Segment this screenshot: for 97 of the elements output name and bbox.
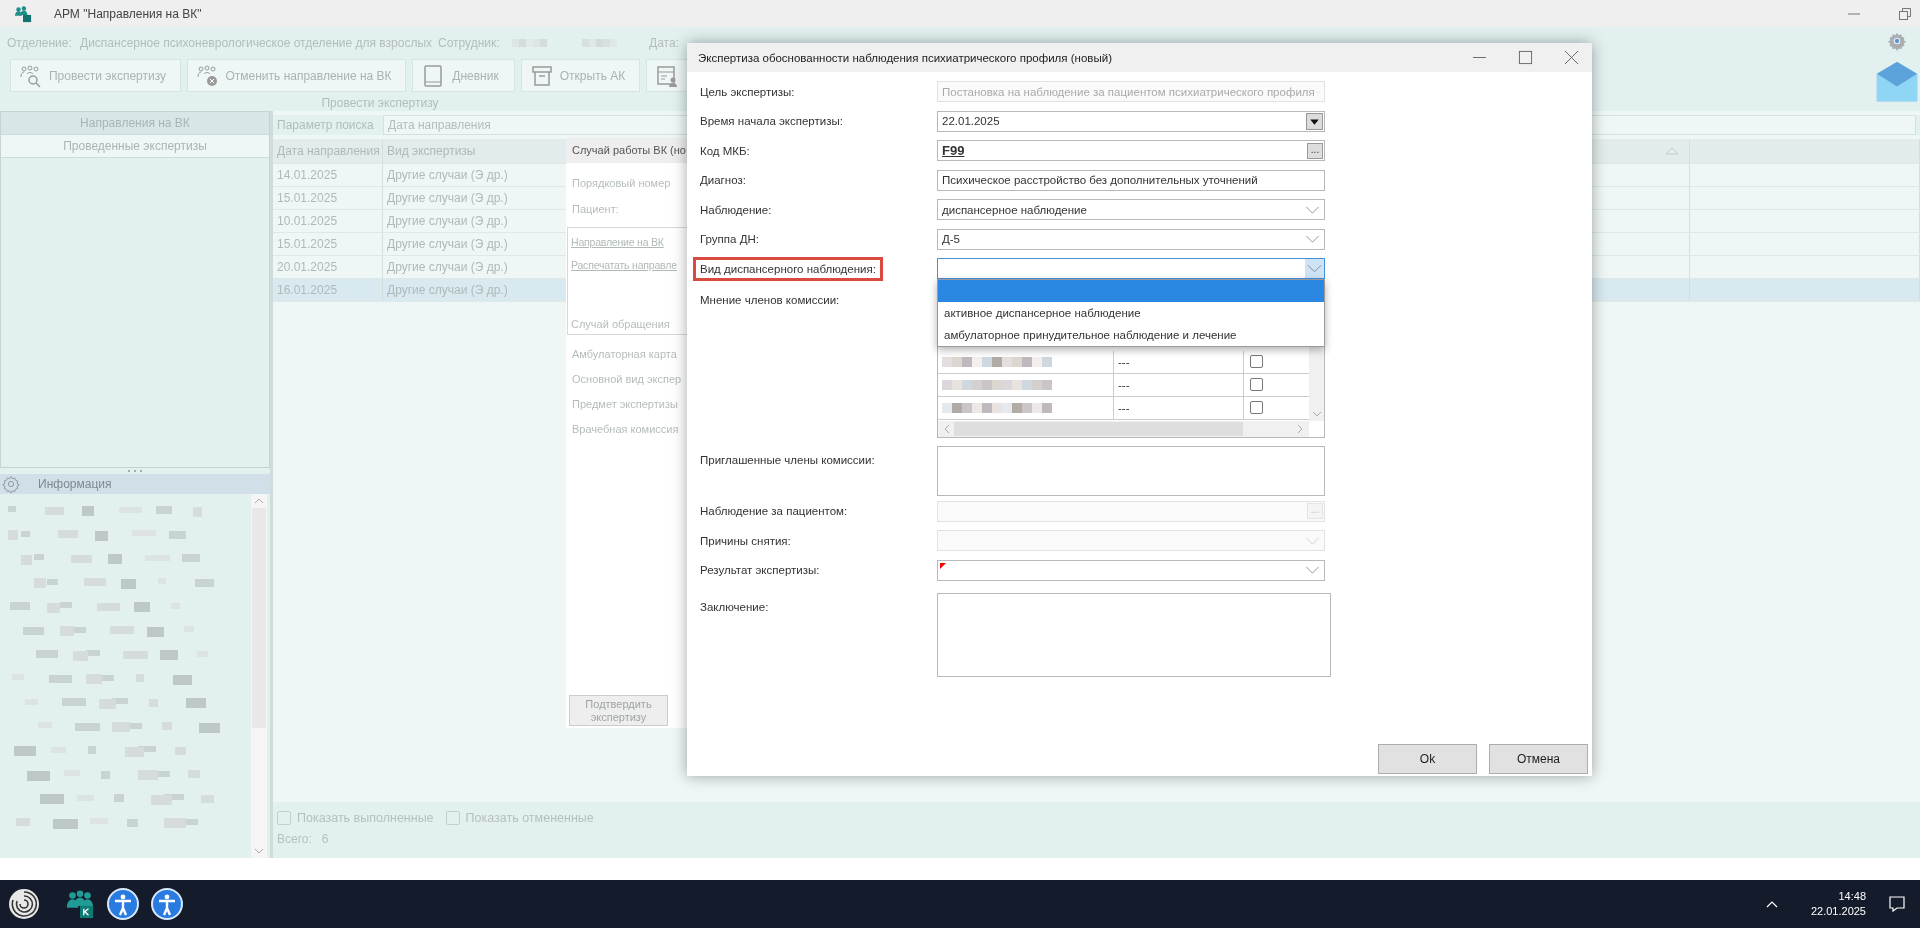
scrollbar[interactable] xyxy=(251,494,267,858)
field-label: Амбулаторная карта xyxy=(571,348,678,360)
browse-button[interactable]: ... xyxy=(1307,142,1323,159)
table-cell: 20.01.2025 xyxy=(277,260,338,274)
field-label: Пациент: xyxy=(571,203,620,215)
dialog-button[interactable]: Ok xyxy=(1378,744,1477,774)
accessibility-icon[interactable] xyxy=(107,888,139,920)
dialog-button[interactable]: Отмена xyxy=(1489,744,1588,774)
panel-title: Случай работы ВК (но xyxy=(566,138,687,163)
dropdown-field[interactable]: Д-5 xyxy=(937,228,1325,250)
toolbar-button[interactable]: Открыть АК xyxy=(521,59,640,92)
people-search-icon xyxy=(19,63,43,88)
date-field[interactable]: 22.01.2025 xyxy=(937,110,1325,132)
table-cell: --- xyxy=(1118,355,1130,368)
chevron-left-icon[interactable] xyxy=(944,423,950,434)
chevron-down-icon xyxy=(1305,205,1320,214)
field-label: Наблюдение: xyxy=(699,202,773,218)
link[interactable]: Распечатать направле xyxy=(571,259,677,271)
chevron-down-icon[interactable] xyxy=(254,848,264,854)
panel-tab[interactable]: Проведенные экспертизы xyxy=(1,135,269,158)
table-cell: Другие случаи (Э др.) xyxy=(387,168,508,182)
close-icon[interactable] xyxy=(1564,50,1579,65)
table-cell: 10.01.2025 xyxy=(277,214,338,228)
sort-icon xyxy=(1665,147,1679,155)
accessibility-icon[interactable] xyxy=(151,888,183,920)
table-cell: Другие случаи (Э др.) xyxy=(387,191,508,205)
splitter-handle-icon[interactable] xyxy=(127,469,143,473)
dialog-title: Экспертиза обоснованности наблюдения психиатрического профиля (новый) xyxy=(698,51,1112,64)
field-label: Предмет экспертизы xyxy=(571,398,679,410)
dropdown-option[interactable]: амбулаторное принудительное наблюдение и лечение xyxy=(938,324,1324,347)
app-icon[interactable] xyxy=(65,889,95,919)
checkbox[interactable] xyxy=(1250,378,1263,391)
field-label: Причины снятия: xyxy=(699,533,792,549)
dropdown-field[interactable] xyxy=(937,559,1325,581)
dropdown-field[interactable]: диспансерное наблюдение xyxy=(937,199,1325,221)
chevron-down-icon xyxy=(1305,566,1320,575)
id-card-icon xyxy=(655,63,679,88)
dropdown-option[interactable] xyxy=(938,280,1324,303)
swirl-icon[interactable] xyxy=(8,888,40,920)
checkbox[interactable] xyxy=(1250,401,1263,414)
table-cell: 15.01.2025 xyxy=(277,191,338,205)
required-marker-icon xyxy=(940,562,946,569)
field-label: Приглашенные члены комиссии: xyxy=(699,452,876,468)
field-label: Цель экспертизы: xyxy=(699,84,796,100)
table-cell: 15.01.2025 xyxy=(277,237,338,251)
chevron-down-icon xyxy=(1305,259,1324,279)
people-cancel-icon xyxy=(196,63,220,88)
text-area[interactable] xyxy=(937,593,1331,677)
field-label: Заключение: xyxy=(699,600,770,615)
dropdown-field[interactable] xyxy=(937,258,1325,280)
field-label: Результат экспертизы: xyxy=(699,563,821,579)
gear-icon[interactable] xyxy=(1887,31,1907,51)
checkbox[interactable] xyxy=(277,811,291,825)
settings-icon[interactable] xyxy=(2,475,20,493)
text-field[interactable]: Психическое расстройство без дополнительных уточнений xyxy=(937,169,1325,191)
field-label: Мнение членов комиссии: xyxy=(699,292,841,308)
app-icon xyxy=(14,4,32,23)
clock[interactable]: 14:48 22.01.2025 xyxy=(1810,889,1866,919)
confirm-button[interactable]: Подтвердить экспертизу xyxy=(569,695,668,726)
chevron-down-icon xyxy=(1305,536,1320,545)
field-label: Случай обращения xyxy=(571,318,670,330)
text-area[interactable] xyxy=(937,445,1325,496)
dropdown-option[interactable]: активное диспансерное наблюдение xyxy=(938,302,1324,325)
checkbox[interactable] xyxy=(445,811,460,825)
field-label: Группа ДН: xyxy=(699,232,760,248)
field-label: Код МКБ: xyxy=(699,143,751,159)
table-cell: --- xyxy=(1118,378,1130,391)
table-cell: --- xyxy=(1118,401,1130,414)
panel-title: Информация xyxy=(38,477,112,491)
toolbar-button[interactable]: Провести экспертизу xyxy=(10,59,181,92)
link[interactable]: Направление на ВК xyxy=(571,236,664,248)
archive-icon xyxy=(530,63,554,88)
notification-icon[interactable] xyxy=(1888,895,1906,913)
field-label: Диагноз: xyxy=(699,173,747,189)
table-cell: Другие случаи (Э др.) xyxy=(387,260,508,274)
table-cell: Другие случаи (Э др.) xyxy=(387,214,508,228)
scrollbar[interactable] xyxy=(938,420,1309,437)
chevron-down-icon[interactable] xyxy=(1311,410,1322,417)
book-icon xyxy=(421,63,445,88)
chevron-down-icon xyxy=(1305,235,1320,244)
checkbox[interactable] xyxy=(1250,355,1263,368)
table-cell: Другие случаи (Э др.) xyxy=(387,237,508,251)
field-label: Время начала экспертизы: xyxy=(699,114,844,130)
toolbar-button[interactable]: Дневник xyxy=(412,59,515,92)
field-label: Основной вид экспер xyxy=(571,373,683,385)
table-cell: 14.01.2025 xyxy=(277,168,338,182)
maximize-icon[interactable] xyxy=(1518,50,1533,65)
envelope-icon[interactable] xyxy=(1875,59,1919,103)
window-title: АРМ "Направления на ВК" xyxy=(54,6,202,21)
field-label: Порядковый номер xyxy=(571,177,672,189)
lookup-field[interactable]: F99 ... xyxy=(937,140,1325,162)
chevron-right-icon[interactable] xyxy=(1297,423,1303,434)
restore-icon[interactable] xyxy=(1898,6,1912,21)
toolbar-button[interactable]: Отменить направление на ВК xyxy=(187,59,406,92)
field-label: Вид диспансерного наблюдения: xyxy=(693,256,883,281)
field-label: Врачебная комиссия xyxy=(571,423,680,435)
field-label: Наблюдение за пациентом: xyxy=(699,504,849,520)
